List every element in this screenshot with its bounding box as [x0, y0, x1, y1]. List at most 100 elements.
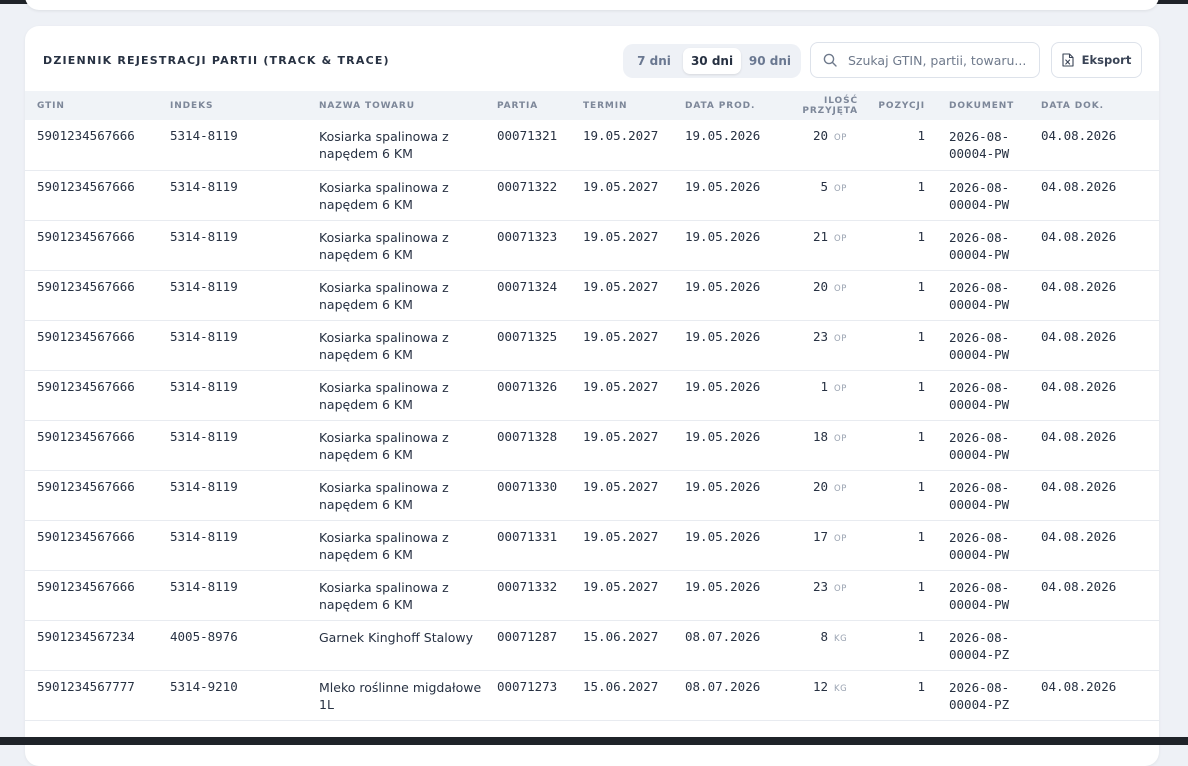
cell-batch: 00071331	[485, 520, 571, 571]
table-row[interactable]: 5901234567666 5314-8119 Kosiarka spalinowa…	[25, 570, 1159, 621]
col-header-batch[interactable]: PARTIA	[485, 91, 571, 120]
cell-prod-date: 08.07.2026	[673, 670, 767, 721]
col-header-prod-date[interactable]: DATA PROD.	[673, 91, 767, 120]
qty-unit: OP	[834, 533, 847, 544]
table-row[interactable]: 5901234567666 5314-8119 Kosiarka spalinowa…	[25, 470, 1159, 521]
cell-qty: 8 KG	[767, 620, 858, 671]
table-row[interactable]: 5901234567666 5314-8119 Kosiarka spalinowa…	[25, 220, 1159, 271]
qty-value: 12	[812, 678, 828, 694]
cell-positions: 1	[858, 170, 925, 221]
cell-batch: 00071322	[485, 170, 571, 221]
col-header-expiry[interactable]: TERMIN	[571, 91, 673, 120]
table-row[interactable]: 5901234567666 5314-8119 Kosiarka spalinowa…	[25, 270, 1159, 321]
col-header-doc-date[interactable]: DATA DOK.	[1029, 91, 1159, 120]
table-row[interactable]: 5901234567234 4005-8976 Garnek Kinghoff St…	[25, 620, 1159, 671]
cell-gtin: 5901234567666	[25, 370, 158, 421]
col-header-gtin[interactable]: GTIN	[25, 91, 158, 120]
col-header-document[interactable]: DOKUMENT	[925, 91, 1029, 120]
qty-unit: KG	[834, 683, 848, 694]
cell-product-name: Kosiarka spalinowa z napędem 6 KM	[307, 170, 485, 221]
cell-document: 2026-08-00004-PW	[925, 170, 1029, 221]
cell-index: 5314-8119	[158, 120, 307, 171]
cell-qty: 23 OP	[767, 570, 858, 621]
cell-qty: 23 OP	[767, 320, 858, 371]
cell-positions: 1	[858, 370, 925, 421]
col-header-name[interactable]: NAZWA TOWARU	[307, 91, 485, 120]
date-range-selector: 7 dni 30 dni 90 dni	[623, 44, 801, 78]
cell-index: 5314-8119	[158, 370, 307, 421]
table-row[interactable]: 5901234567666 5314-8119 Kosiarka spalinowa…	[25, 370, 1159, 421]
cell-doc-date: 04.08.2026	[1029, 320, 1159, 371]
cell-expiry: 19.05.2027	[571, 220, 673, 271]
cell-expiry: 19.05.2027	[571, 320, 673, 371]
cell-doc-date: 04.08.2026	[1029, 670, 1159, 721]
cell-expiry: 19.05.2027	[571, 420, 673, 471]
search-box[interactable]	[810, 42, 1040, 78]
col-header-positions[interactable]: POZYCJI	[858, 91, 925, 120]
table-row[interactable]: 5901234567666 5314-8119 Kosiarka spalinowa…	[25, 520, 1159, 571]
range-30-days-button[interactable]: 30 dni	[683, 48, 741, 74]
cell-product-name: Kosiarka spalinowa z napędem 6 KM	[307, 470, 485, 521]
cell-product-name: Garnek Kinghoff Stalowy	[307, 620, 485, 671]
cell-gtin: 5901234567666	[25, 220, 158, 271]
cell-document: 2026-08-00004-PW	[925, 570, 1029, 621]
qty-value: 1	[820, 378, 828, 394]
search-input[interactable]	[846, 51, 1030, 69]
cell-prod-date: 19.05.2026	[673, 570, 767, 621]
cell-gtin: 5901234567666	[25, 570, 158, 621]
cell-doc-date: 04.08.2026	[1029, 120, 1159, 171]
range-7-days-button[interactable]: 7 dni	[627, 48, 681, 74]
cell-expiry: 19.05.2027	[571, 170, 673, 221]
cell-batch: 00071328	[485, 420, 571, 471]
cell-document: 2026-08-00004-PW	[925, 470, 1029, 521]
qty-value: 20	[812, 128, 828, 143]
qty-value: 5	[820, 178, 828, 194]
cell-prod-date: 19.05.2026	[673, 170, 767, 221]
cell-batch: 00071330	[485, 470, 571, 521]
qty-value: 23	[812, 328, 828, 344]
cell-product-name: Kosiarka spalinowa z napędem 6 KM	[307, 270, 485, 321]
qty-unit: OP	[834, 183, 847, 194]
cell-product-name: Mleko roślinne migdałowe 1L	[307, 670, 485, 721]
export-label: Eksport	[1081, 53, 1132, 67]
cell-product-name: Kosiarka spalinowa z napędem 6 KM	[307, 120, 485, 171]
cell-expiry: 19.05.2027	[571, 570, 673, 621]
qty-value: 23	[812, 578, 828, 594]
panel-title: DZIENNIK REJESTRACJI PARTII (TRACK & TRA…	[43, 54, 390, 67]
cell-index: 5314-8119	[158, 220, 307, 271]
cell-expiry: 19.05.2027	[571, 120, 673, 171]
table-row[interactable]: 5901234567777 5314-9210 Mleko roślinne mig…	[25, 670, 1159, 721]
cell-index: 5314-8119	[158, 270, 307, 321]
qty-value: 20	[812, 478, 828, 494]
table-row[interactable]: 5901234567666 5314-8119 Kosiarka spalinowa…	[25, 320, 1159, 371]
cell-qty: 20 OP	[767, 120, 858, 171]
table-row[interactable]: 5901234567666 5314-8119 Kosiarka spalinowa…	[25, 120, 1159, 171]
table-row[interactable]: 5901234567666 5314-8119 Kosiarka spalinowa…	[25, 420, 1159, 471]
cell-gtin: 5901234567666	[25, 420, 158, 471]
qty-unit: KG	[834, 633, 848, 644]
cell-prod-date: 19.05.2026	[673, 120, 767, 171]
export-button[interactable]: Eksport	[1051, 42, 1142, 78]
range-90-days-button[interactable]: 90 dni	[743, 48, 797, 74]
cell-prod-date: 19.05.2026	[673, 320, 767, 371]
cell-index: 5314-8119	[158, 320, 307, 371]
qty-value: 8	[820, 628, 828, 644]
cell-document: 2026-08-00004-PZ	[925, 670, 1029, 721]
cell-batch: 00071332	[485, 570, 571, 621]
cell-expiry: 15.06.2027	[571, 670, 673, 721]
col-header-index[interactable]: INDEKS	[158, 91, 307, 120]
cell-positions: 1	[858, 270, 925, 321]
previous-panel-edge	[25, 0, 1159, 10]
cell-doc-date	[1029, 620, 1159, 671]
window-bottom-edge	[0, 737, 1188, 745]
cell-expiry: 19.05.2027	[571, 520, 673, 571]
cell-expiry: 19.05.2027	[571, 470, 673, 521]
table-row[interactable]: 5901234567666 5314-8119 Kosiarka spalinowa…	[25, 170, 1159, 221]
cell-doc-date: 04.08.2026	[1029, 170, 1159, 221]
cell-prod-date: 08.07.2026	[673, 620, 767, 671]
col-header-qty[interactable]: ILOŚĆ PRZYJĘTA	[767, 91, 858, 120]
cell-qty: 20 OP	[767, 270, 858, 321]
qty-unit: OP	[834, 283, 847, 294]
cell-positions: 1	[858, 670, 925, 721]
qty-unit: OP	[834, 433, 847, 444]
